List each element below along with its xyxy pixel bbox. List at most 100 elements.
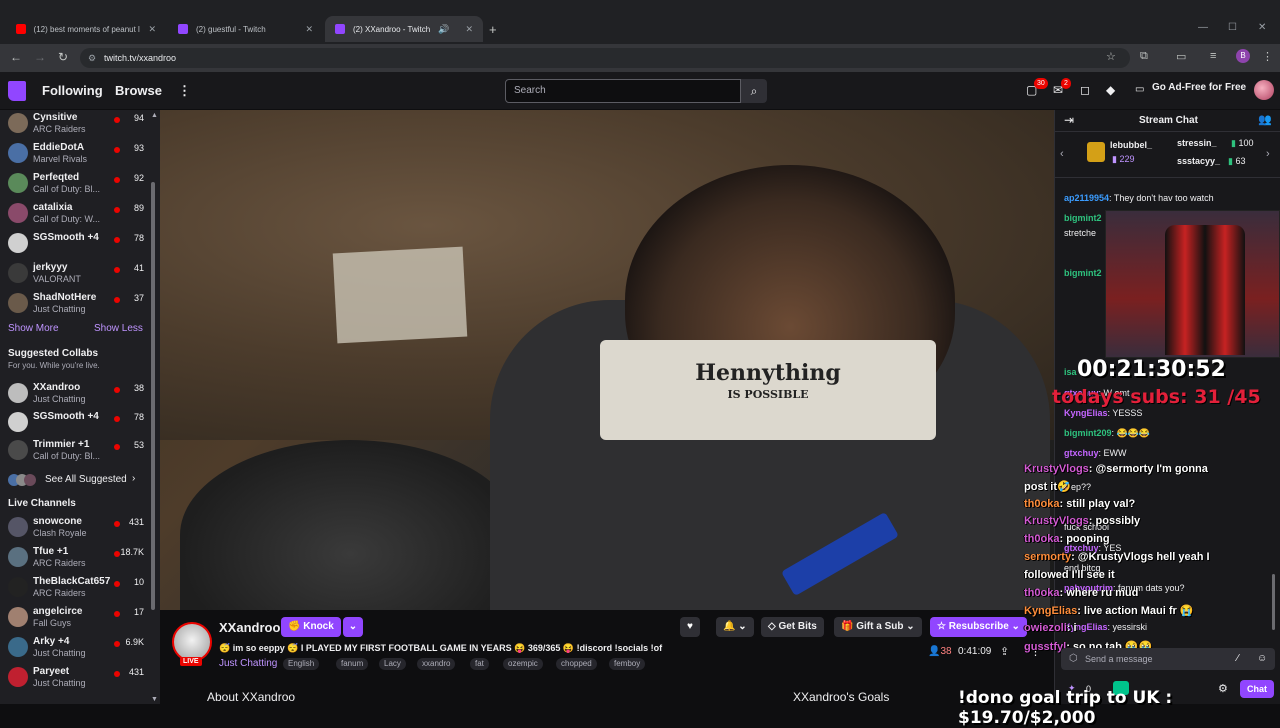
- sidebar-channel[interactable]: EddieDotA Marvel Rivals 93: [0, 140, 150, 168]
- search-icon[interactable]: ⌕: [741, 79, 767, 103]
- get-bits-button[interactable]: ◇ Get Bits: [761, 617, 824, 637]
- community-icon[interactable]: 👥: [1258, 113, 1272, 126]
- sidebar-scrollbar[interactable]: [151, 182, 155, 610]
- twitch-logo-icon[interactable]: [8, 81, 26, 101]
- new-tab-icon[interactable]: +: [489, 22, 497, 37]
- twitch-top-nav: Following Browse ⋮ Search ⌕ ▢ 30 ✉ 2 ◻ ◆ ▭…: [0, 72, 1280, 110]
- cast-icon[interactable]: ▭: [1176, 50, 1186, 63]
- notification-bell-icon[interactable]: 🔔 ⌄: [716, 617, 754, 637]
- chat-username[interactable]: KyngElias: [1064, 408, 1108, 418]
- chat-scrollbar[interactable]: [1272, 574, 1275, 630]
- browser-menu-icon[interactable]: ⋮: [1262, 50, 1273, 63]
- chat-username[interactable]: bigmint2: [1064, 213, 1102, 223]
- sidebar-channel[interactable]: XXandroo Just Chatting 38: [0, 380, 150, 408]
- gifters-prev-icon[interactable]: ‹: [1060, 148, 1064, 160]
- go-ad-free-button[interactable]: Go Ad-Free for Free: [1152, 82, 1246, 93]
- nav-following[interactable]: Following: [42, 83, 103, 98]
- gifter-name[interactable]: ssstacyy_: [1177, 156, 1220, 166]
- suggested-collabs-subtitle: For you. While you're live.: [8, 361, 100, 370]
- sidebar-channel[interactable]: Tfue +1 ARC Raiders 18.7K: [0, 544, 150, 572]
- knock-button[interactable]: ✊ Knock: [281, 617, 341, 637]
- channel-game: Call of Duty: W...: [33, 214, 101, 224]
- site-info-icon[interactable]: ⚙: [88, 48, 96, 68]
- slash-command-icon[interactable]: ∕: [1237, 648, 1239, 670]
- sidebar-channel[interactable]: catalixia Call of Duty: W... 89: [0, 200, 150, 228]
- stream-tag[interactable]: ozempic: [503, 658, 543, 670]
- minimize-icon[interactable]: —: [1198, 22, 1208, 33]
- forward-icon[interactable]: →: [34, 50, 46, 64]
- notifications-icon[interactable]: ▢ 30: [1026, 78, 1048, 97]
- chat-username[interactable]: bigmint209: [1064, 428, 1112, 438]
- maximize-icon[interactable]: ☐: [1228, 22, 1237, 33]
- browser-tab-xxandroo[interactable]: (2) XXandroo - Twitch 🔊 ✕: [325, 16, 483, 42]
- whispers-icon[interactable]: ◻: [1080, 83, 1090, 97]
- stream-category[interactable]: Just Chatting: [219, 658, 277, 669]
- speaker-icon[interactable]: 🔊: [438, 24, 449, 35]
- nav-browse[interactable]: Browse: [115, 83, 162, 98]
- stream-tag[interactable]: fat: [470, 658, 489, 670]
- bits-cheer-icon[interactable]: ⬡: [1069, 648, 1078, 670]
- sidebar-channel[interactable]: ShadNotHere Just Chatting 37: [0, 290, 150, 318]
- stream-tag[interactable]: femboy: [609, 658, 646, 670]
- stream-tag[interactable]: English: [283, 658, 320, 670]
- follow-heart-icon[interactable]: ♥: [680, 617, 700, 637]
- extensions-icon[interactable]: ⧉: [1140, 50, 1148, 63]
- show-less-link[interactable]: Show Less: [94, 323, 143, 334]
- chat-username[interactable]: bigmint2: [1064, 268, 1102, 278]
- sidebar-channel[interactable]: Paryeet Just Chatting 431: [0, 664, 150, 692]
- stream-tag[interactable]: Lacy: [379, 658, 406, 670]
- gifter-name[interactable]: lebubbel_: [1110, 140, 1152, 150]
- close-tab-icon[interactable]: ✕: [465, 24, 473, 35]
- browser-tab-youtube[interactable]: (12) best moments of peanut li ✕: [6, 18, 166, 40]
- video-player[interactable]: Hennything IS POSSIBLE: [160, 110, 1054, 610]
- scroll-down-icon[interactable]: ▼: [151, 696, 158, 703]
- sidebar-channel[interactable]: Cynsitive ARC Raiders 94: [0, 110, 150, 138]
- close-tab-icon[interactable]: ✕: [305, 24, 313, 35]
- emote-picker-icon[interactable]: ☺: [1257, 648, 1267, 670]
- gift-sub-button[interactable]: 🎁 Gift a Sub ⌄: [834, 617, 922, 637]
- chat-username[interactable]: isa: [1064, 367, 1077, 377]
- chat-input[interactable]: ⬡ Send a message ∕ ☺: [1061, 648, 1275, 670]
- more-menu-icon[interactable]: ⋮: [178, 83, 191, 99]
- collapse-chat-icon[interactable]: ⇥: [1064, 113, 1074, 127]
- share-icon[interactable]: ⇪: [1000, 645, 1009, 658]
- resubscribe-button[interactable]: ☆ Resubscribe ⌄: [930, 617, 1027, 637]
- sidebar-channel[interactable]: snowcone Clash Royale 431: [0, 514, 150, 542]
- channel-avatar[interactable]: [172, 622, 212, 662]
- media-icon[interactable]: ≡: [1210, 50, 1216, 62]
- chat-username[interactable]: ap2119954: [1064, 193, 1109, 203]
- url-field[interactable]: ⚙ twitch.tv/xxandroo: [80, 48, 1130, 68]
- chevron-right-icon[interactable]: ›: [132, 473, 135, 484]
- sidebar-channel[interactable]: SGSmooth +4 78: [0, 230, 150, 258]
- profile-avatar[interactable]: B: [1236, 49, 1250, 63]
- user-avatar[interactable]: [1254, 80, 1274, 100]
- sidebar-channel[interactable]: TheBlackCat657 ARC Raiders 10: [0, 574, 150, 602]
- sidebar-channel[interactable]: jerkyyy VALORANT 41: [0, 260, 150, 288]
- browser-tab-guestful[interactable]: (2) guestful - Twitch ✕: [168, 18, 323, 40]
- bits-icon[interactable]: ◆: [1106, 83, 1115, 97]
- show-more-link[interactable]: Show More: [8, 323, 59, 334]
- scroll-up-icon[interactable]: ▲: [151, 112, 158, 119]
- gifter-name[interactable]: stressin_: [1177, 138, 1217, 148]
- bookmark-star-icon[interactable]: ☆: [1106, 50, 1116, 63]
- sidebar-channel[interactable]: Perfeqted Call of Duty: Bl... 92: [0, 170, 150, 198]
- back-icon[interactable]: ←: [10, 50, 22, 64]
- streamer-name[interactable]: XXandroo: [219, 620, 280, 635]
- see-all-suggested-link[interactable]: See All Suggested: [45, 474, 127, 485]
- sidebar-channel[interactable]: Trimmier +1 Call of Duty: Bl... 53: [0, 437, 150, 465]
- sidebar-channel[interactable]: angelcirce Fall Guys 17: [0, 604, 150, 632]
- sidebar-channel[interactable]: SGSmooth +4 78: [0, 409, 150, 437]
- chat-username[interactable]: gtxchuy: [1064, 448, 1099, 458]
- gifters-next-icon[interactable]: ›: [1266, 148, 1270, 160]
- sidebar-channel[interactable]: Arky +4 Just Chatting 6.9K: [0, 634, 150, 662]
- stream-tag[interactable]: chopped: [556, 658, 597, 670]
- reload-icon[interactable]: ↻: [58, 50, 68, 64]
- close-tab-icon[interactable]: ✕: [148, 24, 156, 35]
- stream-tag[interactable]: xxandro: [417, 658, 456, 670]
- close-window-icon[interactable]: ✕: [1258, 22, 1266, 33]
- stream-tag[interactable]: fanum: [336, 658, 369, 670]
- overlay-chat-user: KrustyVlogs: [1024, 515, 1089, 527]
- search-input[interactable]: Search: [505, 79, 741, 103]
- knock-dropdown-icon[interactable]: ⌄: [343, 617, 363, 637]
- inbox-icon[interactable]: ✉ 2: [1053, 78, 1071, 97]
